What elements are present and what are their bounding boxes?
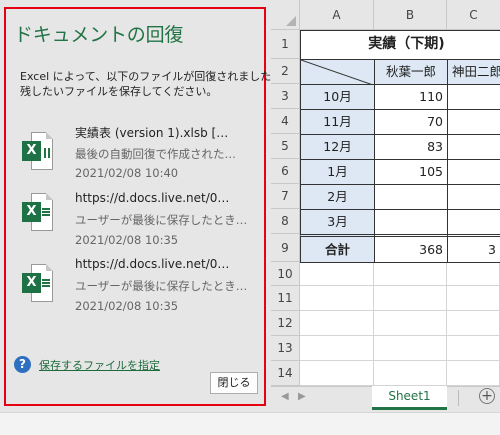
cell[interactable] (447, 336, 500, 361)
value-cell[interactable] (374, 209, 448, 235)
row-header[interactable]: 14 (271, 361, 300, 386)
cell[interactable] (300, 336, 374, 361)
value-cell[interactable] (447, 159, 500, 185)
add-sheet-icon[interactable]: + (479, 388, 495, 404)
month-cell[interactable]: 2月 (300, 184, 375, 210)
cell[interactable] (447, 286, 500, 311)
total-value-cell[interactable]: 3 (447, 234, 500, 263)
next-sheet-icon[interactable]: ▶ (298, 391, 306, 402)
row-header[interactable]: 11 (271, 286, 300, 311)
row-header[interactable]: 12 (271, 311, 300, 336)
file-date: 2021/02/08 10:40 (75, 166, 179, 180)
cell[interactable] (374, 286, 447, 311)
header-cell[interactable]: 神田二郎 (447, 59, 500, 85)
excel-file-icon: X (22, 193, 53, 231)
cell[interactable] (447, 262, 500, 286)
cell[interactable] (447, 361, 500, 386)
cell[interactable] (300, 311, 374, 336)
diagonal-line (301, 60, 372, 84)
recovery-message-line2: 残したいファイルを保存してください。 (20, 85, 218, 98)
month-cell[interactable]: 3月 (300, 209, 375, 235)
column-header-a[interactable]: A (300, 0, 374, 30)
file-date: 2021/02/08 10:35 (75, 299, 179, 313)
value-cell[interactable] (447, 84, 500, 110)
file-description: ユーザーが最後に保存したとき… (75, 279, 248, 293)
row-header[interactable]: 10 (271, 262, 300, 286)
value-cell[interactable] (374, 184, 448, 210)
table-title: 実績（下期) (368, 36, 445, 52)
row-header[interactable]: 9 (271, 234, 300, 262)
previous-sheet-icon[interactable]: ◀ (281, 391, 289, 402)
tab-divider (458, 390, 459, 406)
row-header[interactable]: 2 (271, 59, 300, 84)
file-name: 実績表 (version 1).xlsb [… (75, 126, 229, 140)
value-cell[interactable]: 83 (374, 134, 448, 160)
cell[interactable] (447, 311, 500, 336)
total-value-cell[interactable]: 368 (374, 234, 448, 263)
cell[interactable] (300, 286, 374, 311)
file-description: 最後の自動回復で作成された… (75, 147, 236, 161)
recovery-message-line1: Excel によって、以下のファイルが回復されました。 (20, 70, 283, 83)
value-cell[interactable] (447, 109, 500, 135)
row-header[interactable]: 3 (271, 84, 300, 109)
month-cell[interactable]: 12月 (300, 134, 375, 160)
excel-autorecover-file-icon: X (22, 132, 53, 170)
row-header[interactable]: 7 (271, 184, 300, 209)
close-button[interactable]: 閉じる (210, 372, 258, 394)
excel-file-icon: X (22, 264, 53, 302)
status-bar (0, 412, 500, 435)
file-description: ユーザーが最後に保存したとき… (75, 213, 248, 227)
month-cell[interactable]: 1月 (300, 159, 375, 185)
pane-title: ドキュメントの回復 (14, 24, 184, 46)
file-date: 2021/02/08 10:35 (75, 233, 179, 247)
row-header[interactable]: 5 (271, 134, 300, 159)
help-link[interactable]: 保存するファイルを指定 (39, 357, 160, 373)
select-all-corner[interactable] (271, 0, 300, 30)
row-header[interactable]: 1 (271, 30, 300, 59)
cell[interactable] (374, 361, 447, 386)
table-title-cell[interactable]: 実績（下期) (300, 30, 500, 60)
cell[interactable] (374, 311, 447, 336)
column-header-b[interactable]: B (374, 0, 447, 30)
value-cell[interactable]: 105 (374, 159, 448, 185)
help-icon[interactable]: ? (14, 356, 31, 373)
file-name: https://d.docs.live.net/0… (75, 191, 230, 205)
diagonal-header-cell[interactable] (300, 59, 375, 85)
row-header[interactable]: 13 (271, 336, 300, 361)
cell[interactable] (300, 361, 374, 386)
value-cell[interactable] (447, 134, 500, 160)
cell[interactable] (374, 262, 447, 286)
header-cell[interactable]: 秋葉一郎 (374, 59, 448, 85)
row-header[interactable]: 4 (271, 109, 300, 134)
sheet-tab[interactable]: Sheet1 (372, 386, 447, 410)
row-header[interactable]: 8 (271, 209, 300, 234)
column-header-c[interactable]: C (447, 0, 500, 30)
cell[interactable] (374, 336, 447, 361)
month-cell[interactable]: 10月 (300, 84, 375, 110)
value-cell[interactable]: 110 (374, 84, 448, 110)
file-name: https://d.docs.live.net/0… (75, 257, 230, 271)
value-cell[interactable] (447, 209, 500, 235)
row-header[interactable]: 6 (271, 159, 300, 184)
cell[interactable] (300, 262, 374, 286)
value-cell[interactable]: 70 (374, 109, 448, 135)
month-cell[interactable]: 11月 (300, 109, 375, 135)
value-cell[interactable] (447, 184, 500, 210)
total-label-cell[interactable]: 合計 (300, 234, 375, 263)
